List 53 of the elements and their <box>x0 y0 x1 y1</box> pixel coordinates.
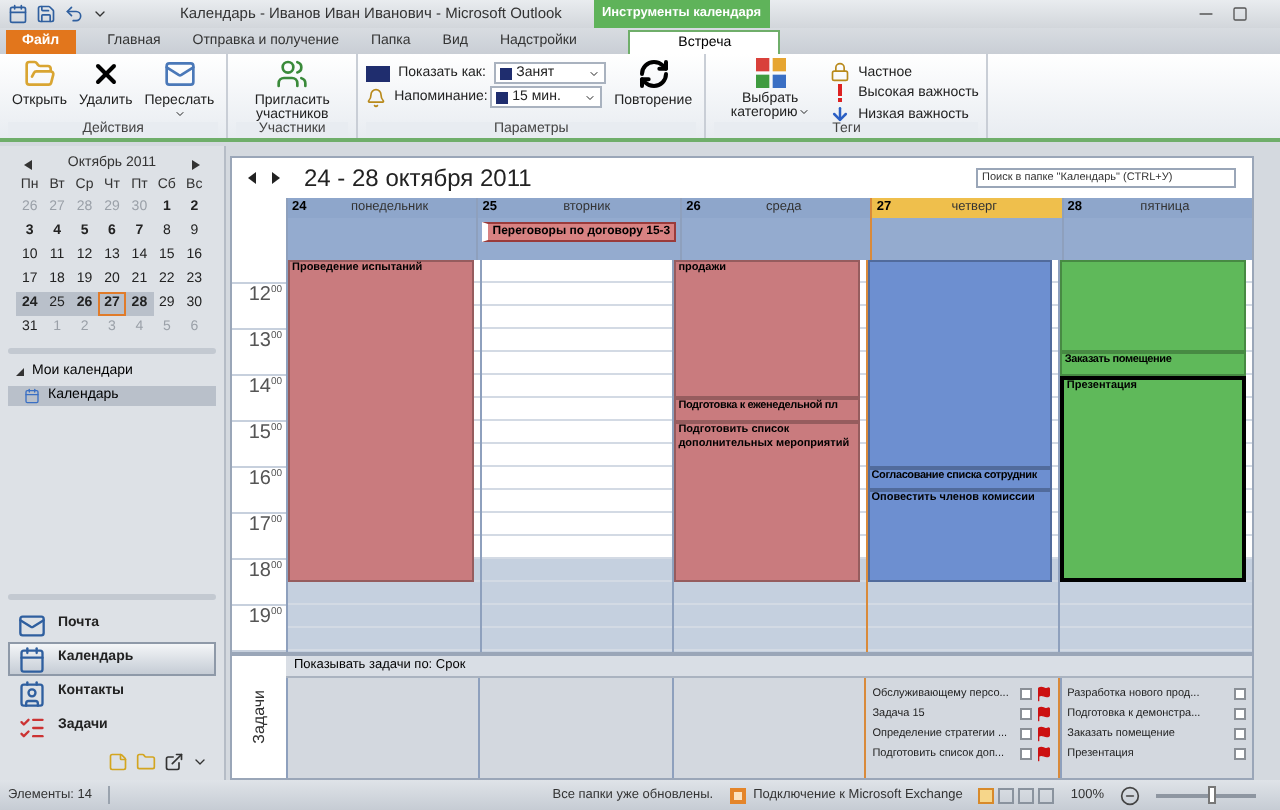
color-swatch-icon <box>496 91 509 103</box>
calendar-icon <box>24 388 40 404</box>
lock-icon <box>830 62 851 82</box>
date-range-title: 24 - 28 октября 2011 <box>304 162 532 196</box>
calendar-event[interactable] <box>1060 260 1246 352</box>
recurrence-icon <box>637 58 670 90</box>
envelope-icon <box>163 58 196 90</box>
caret-icon[interactable] <box>192 754 208 770</box>
caret-icon <box>797 106 810 119</box>
next-month-icon[interactable] <box>191 159 200 170</box>
people-icon <box>276 58 309 90</box>
zoom-slider-thumb[interactable] <box>1207 785 1215 803</box>
task-checkbox[interactable] <box>1234 687 1247 699</box>
view-normal-icon[interactable] <box>978 787 995 803</box>
note-icon[interactable] <box>108 752 128 772</box>
save-icon[interactable] <box>36 4 56 24</box>
bell-icon <box>366 87 387 107</box>
category-squares-icon <box>755 58 786 88</box>
task-checkbox[interactable] <box>1234 707 1247 719</box>
task-checkbox[interactable] <box>1234 747 1247 759</box>
folder-icon[interactable] <box>136 752 156 772</box>
next-week-icon[interactable] <box>272 172 280 184</box>
down-arrow-icon <box>830 104 851 124</box>
exchange-icon <box>729 787 746 803</box>
restore-icon[interactable] <box>1232 6 1248 22</box>
calendar-event[interactable] <box>867 260 1053 467</box>
caret-icon[interactable] <box>92 6 108 22</box>
color-swatch-icon <box>500 67 513 79</box>
flag-icon[interactable] <box>1035 705 1052 721</box>
folder-icon <box>23 58 56 90</box>
exclamation-icon <box>836 84 845 102</box>
task-checkbox[interactable] <box>1019 747 1032 759</box>
flag-icon[interactable] <box>1035 685 1052 701</box>
expand-triangle-icon[interactable] <box>16 367 24 376</box>
flag-icon[interactable] <box>1035 725 1052 741</box>
calendar-icon <box>18 645 46 673</box>
task-checkbox[interactable] <box>1019 687 1032 699</box>
envelope-icon <box>18 611 46 639</box>
tasks-vertical-label: Задачи <box>247 689 270 744</box>
previous-week-icon[interactable] <box>248 172 256 184</box>
contact-card-icon <box>18 679 46 707</box>
task-checkbox[interactable] <box>1234 727 1247 739</box>
previous-month-icon[interactable] <box>24 159 32 170</box>
undo-icon[interactable] <box>64 4 84 24</box>
shortcut-icon[interactable] <box>164 752 184 772</box>
busy-icon <box>366 65 391 81</box>
task-checkbox[interactable] <box>1019 707 1032 719</box>
checklist-icon <box>18 713 46 741</box>
zoom-out-icon[interactable] <box>1120 785 1140 805</box>
app-icon[interactable] <box>8 4 28 24</box>
caret-icon <box>173 108 186 120</box>
flag-icon[interactable] <box>1035 745 1052 761</box>
task-checkbox[interactable] <box>1019 727 1032 739</box>
